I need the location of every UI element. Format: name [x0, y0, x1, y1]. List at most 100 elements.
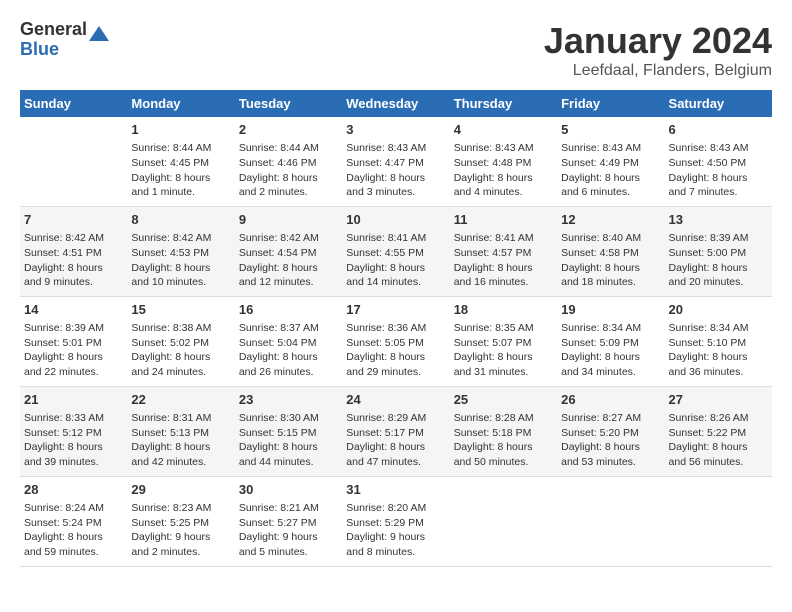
day-number: 14	[24, 301, 123, 319]
day-info: Sunrise: 8:39 AM Sunset: 5:00 PM Dayligh…	[669, 231, 768, 290]
title-block: January 2024 Leefdaal, Flanders, Belgium	[544, 20, 772, 80]
day-info: Sunrise: 8:23 AM Sunset: 5:25 PM Dayligh…	[131, 501, 230, 560]
day-info: Sunrise: 8:42 AM Sunset: 4:51 PM Dayligh…	[24, 231, 123, 290]
weekday-header-saturday: Saturday	[665, 90, 772, 117]
weekday-header-row: SundayMondayTuesdayWednesdayThursdayFrid…	[20, 90, 772, 117]
weekday-header-monday: Monday	[127, 90, 234, 117]
day-number: 18	[454, 301, 553, 319]
calendar-cell: 25 Sunrise: 8:28 AM Sunset: 5:18 PM Dayli…	[450, 386, 557, 476]
calendar-cell: 22 Sunrise: 8:31 AM Sunset: 5:13 PM Dayli…	[127, 386, 234, 476]
day-info: Sunrise: 8:31 AM Sunset: 5:13 PM Dayligh…	[131, 411, 230, 470]
day-number: 17	[346, 301, 445, 319]
calendar-cell: 23Sunrise: 8:30 AM Sunset: 5:15 PM Dayli…	[235, 386, 342, 476]
logo-blue-text: Blue	[20, 40, 87, 60]
day-info: Sunrise: 8:33 AM Sunset: 5:12 PM Dayligh…	[24, 411, 123, 470]
day-info: Sunrise: 8:21 AM Sunset: 5:27 PM Dayligh…	[239, 501, 338, 560]
day-number: 13	[669, 211, 768, 229]
day-info: Sunrise: 8:43 AM Sunset: 4:48 PM Dayligh…	[454, 141, 553, 200]
calendar-cell: 15 Sunrise: 8:38 AM Sunset: 5:02 PM Dayli…	[127, 296, 234, 386]
calendar-cell: 17 Sunrise: 8:36 AM Sunset: 5:05 PM Dayli…	[342, 296, 449, 386]
calendar-cell	[450, 476, 557, 566]
day-number: 4	[454, 121, 553, 139]
day-info: Sunrise: 8:40 AM Sunset: 4:58 PM Dayligh…	[561, 231, 660, 290]
location-subtitle: Leefdaal, Flanders, Belgium	[544, 62, 772, 80]
weekday-header-sunday: Sunday	[20, 90, 127, 117]
day-info: Sunrise: 8:35 AM Sunset: 5:07 PM Dayligh…	[454, 321, 553, 380]
calendar-cell: 7 Sunrise: 8:42 AM Sunset: 4:51 PM Daylig…	[20, 206, 127, 296]
calendar-cell: 9 Sunrise: 8:42 AM Sunset: 4:54 PM Daylig…	[235, 206, 342, 296]
calendar-cell: 29 Sunrise: 8:23 AM Sunset: 5:25 PM Dayli…	[127, 476, 234, 566]
weekday-header-friday: Friday	[557, 90, 664, 117]
calendar-cell: 11 Sunrise: 8:41 AM Sunset: 4:57 PM Dayli…	[450, 206, 557, 296]
day-number: 30	[239, 481, 338, 499]
calendar-cell: 30 Sunrise: 8:21 AM Sunset: 5:27 PM Dayli…	[235, 476, 342, 566]
calendar-cell: 27 Sunrise: 8:26 AM Sunset: 5:22 PM Dayli…	[665, 386, 772, 476]
calendar-cell: 20 Sunrise: 8:34 AM Sunset: 5:10 PM Dayli…	[665, 296, 772, 386]
day-info: Sunrise: 8:34 AM Sunset: 5:09 PM Dayligh…	[561, 321, 660, 380]
day-number: 5	[561, 121, 660, 139]
day-info: Sunrise: 8:27 AM Sunset: 5:20 PM Dayligh…	[561, 411, 660, 470]
day-number: 25	[454, 391, 553, 409]
day-number: 15	[131, 301, 230, 319]
calendar-cell: 21 Sunrise: 8:33 AM Sunset: 5:12 PM Dayli…	[20, 386, 127, 476]
day-number: 3	[346, 121, 445, 139]
day-info: Sunrise: 8:28 AM Sunset: 5:18 PM Dayligh…	[454, 411, 553, 470]
calendar-cell: 14 Sunrise: 8:39 AM Sunset: 5:01 PM Dayli…	[20, 296, 127, 386]
calendar-table: SundayMondayTuesdayWednesdayThursdayFrid…	[20, 90, 772, 567]
calendar-cell	[665, 476, 772, 566]
day-number: 26	[561, 391, 660, 409]
day-number: 28	[24, 481, 123, 499]
day-number: 31	[346, 481, 445, 499]
day-number: 19	[561, 301, 660, 319]
day-number: 7	[24, 211, 123, 229]
day-number: 27	[669, 391, 768, 409]
day-number: 22	[131, 391, 230, 409]
day-number: 9	[239, 211, 338, 229]
calendar-cell: 1 Sunrise: 8:44 AM Sunset: 4:45 PM Daylig…	[127, 117, 234, 206]
day-info: Sunrise: 8:44 AM Sunset: 4:45 PM Dayligh…	[131, 141, 230, 200]
day-info: Sunrise: 8:24 AM Sunset: 5:24 PM Dayligh…	[24, 501, 123, 560]
day-info: Sunrise: 8:41 AM Sunset: 4:55 PM Dayligh…	[346, 231, 445, 290]
day-number: 20	[669, 301, 768, 319]
day-info: Sunrise: 8:43 AM Sunset: 4:50 PM Dayligh…	[669, 141, 768, 200]
day-info: Sunrise: 8:43 AM Sunset: 4:47 PM Dayligh…	[346, 141, 445, 200]
day-info: Sunrise: 8:41 AM Sunset: 4:57 PM Dayligh…	[454, 231, 553, 290]
weekday-header-tuesday: Tuesday	[235, 90, 342, 117]
calendar-cell: 31Sunrise: 8:20 AM Sunset: 5:29 PM Dayli…	[342, 476, 449, 566]
day-number: 29	[131, 481, 230, 499]
calendar-cell: 6Sunrise: 8:43 AM Sunset: 4:50 PM Daylig…	[665, 117, 772, 206]
calendar-cell: 2Sunrise: 8:44 AM Sunset: 4:46 PM Daylig…	[235, 117, 342, 206]
day-info: Sunrise: 8:36 AM Sunset: 5:05 PM Dayligh…	[346, 321, 445, 380]
page-header: General Blue January 2024 Leefdaal, Flan…	[20, 20, 772, 80]
day-info: Sunrise: 8:34 AM Sunset: 5:10 PM Dayligh…	[669, 321, 768, 380]
calendar-cell: 26 Sunrise: 8:27 AM Sunset: 5:20 PM Dayli…	[557, 386, 664, 476]
calendar-cell: 8Sunrise: 8:42 AM Sunset: 4:53 PM Daylig…	[127, 206, 234, 296]
month-title: January 2024	[544, 20, 772, 62]
calendar-week-row: 14 Sunrise: 8:39 AM Sunset: 5:01 PM Dayli…	[20, 296, 772, 386]
day-number: 11	[454, 211, 553, 229]
day-number: 16	[239, 301, 338, 319]
calendar-cell	[20, 117, 127, 206]
day-info: Sunrise: 8:30 AM Sunset: 5:15 PM Dayligh…	[239, 411, 338, 470]
calendar-cell: 10Sunrise: 8:41 AM Sunset: 4:55 PM Dayli…	[342, 206, 449, 296]
day-info: Sunrise: 8:38 AM Sunset: 5:02 PM Dayligh…	[131, 321, 230, 380]
calendar-week-row: 1 Sunrise: 8:44 AM Sunset: 4:45 PM Daylig…	[20, 117, 772, 206]
calendar-week-row: 21 Sunrise: 8:33 AM Sunset: 5:12 PM Dayli…	[20, 386, 772, 476]
day-info: Sunrise: 8:42 AM Sunset: 4:54 PM Dayligh…	[239, 231, 338, 290]
day-number: 24	[346, 391, 445, 409]
day-number: 21	[24, 391, 123, 409]
calendar-cell: 12Sunrise: 8:40 AM Sunset: 4:58 PM Dayli…	[557, 206, 664, 296]
day-info: Sunrise: 8:39 AM Sunset: 5:01 PM Dayligh…	[24, 321, 123, 380]
logo-general-text: General	[20, 20, 87, 40]
weekday-header-thursday: Thursday	[450, 90, 557, 117]
logo-icon	[89, 26, 109, 46]
day-info: Sunrise: 8:26 AM Sunset: 5:22 PM Dayligh…	[669, 411, 768, 470]
day-info: Sunrise: 8:43 AM Sunset: 4:49 PM Dayligh…	[561, 141, 660, 200]
calendar-cell: 28 Sunrise: 8:24 AM Sunset: 5:24 PM Dayli…	[20, 476, 127, 566]
day-number: 8	[131, 211, 230, 229]
day-number: 1	[131, 121, 230, 139]
logo: General Blue	[20, 20, 109, 60]
calendar-cell: 16Sunrise: 8:37 AM Sunset: 5:04 PM Dayli…	[235, 296, 342, 386]
calendar-cell: 5 Sunrise: 8:43 AM Sunset: 4:49 PM Daylig…	[557, 117, 664, 206]
calendar-cell: 19 Sunrise: 8:34 AM Sunset: 5:09 PM Dayli…	[557, 296, 664, 386]
